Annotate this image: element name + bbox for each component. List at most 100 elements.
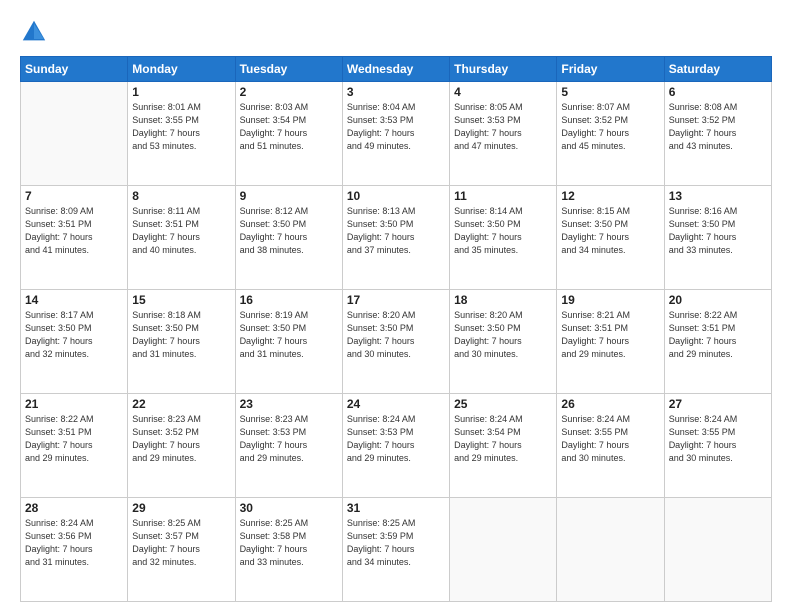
day-info: Sunrise: 8:21 AM Sunset: 3:51 PM Dayligh… [561,309,659,361]
day-number: 22 [132,397,230,411]
calendar-cell: 5 Sunrise: 8:07 AM Sunset: 3:52 PM Daylig… [557,82,664,186]
day-number: 26 [561,397,659,411]
day-info: Sunrise: 8:07 AM Sunset: 3:52 PM Dayligh… [561,101,659,153]
day-number: 30 [240,501,338,515]
day-number: 15 [132,293,230,307]
calendar-cell: 29 Sunrise: 8:25 AM Sunset: 3:57 PM Dayli… [128,498,235,602]
day-number: 6 [669,85,767,99]
day-number: 21 [25,397,123,411]
day-info: Sunrise: 8:01 AM Sunset: 3:55 PM Dayligh… [132,101,230,153]
calendar-cell: 9 Sunrise: 8:12 AM Sunset: 3:50 PM Daylig… [235,186,342,290]
calendar-cell: 26Sunrise: 8:24 AM Sunset: 3:55 PM Dayli… [557,394,664,498]
day-info: Sunrise: 8:13 AM Sunset: 3:50 PM Dayligh… [347,205,445,257]
calendar-cell: 14 Sunrise: 8:17 AM Sunset: 3:50 PM Dayli… [21,290,128,394]
calendar-cell: 21Sunrise: 8:22 AM Sunset: 3:51 PM Dayli… [21,394,128,498]
day-number: 18 [454,293,552,307]
calendar-cell: 18 Sunrise: 8:20 AM Sunset: 3:50 PM Dayli… [450,290,557,394]
calendar-cell: 17 Sunrise: 8:20 AM Sunset: 3:50 PM Dayli… [342,290,449,394]
day-number: 16 [240,293,338,307]
calendar-cell: 2 Sunrise: 8:03 AM Sunset: 3:54 PM Daylig… [235,82,342,186]
calendar-cell: 13 Sunrise: 8:16 AM Sunset: 3:50 PM Dayli… [664,186,771,290]
day-info: Sunrise: 8:17 AM Sunset: 3:50 PM Dayligh… [25,309,123,361]
logo-icon [20,18,48,46]
calendar-cell: 10Sunrise: 8:13 AM Sunset: 3:50 PM Dayli… [342,186,449,290]
day-number: 13 [669,189,767,203]
calendar-cell: 27 Sunrise: 8:24 AM Sunset: 3:55 PM Dayli… [664,394,771,498]
day-info: Sunrise: 8:16 AM Sunset: 3:50 PM Dayligh… [669,205,767,257]
day-number: 25 [454,397,552,411]
day-info: Sunrise: 8:24 AM Sunset: 3:55 PM Dayligh… [669,413,767,465]
calendar-table: SundayMondayTuesdayWednesdayThursdayFrid… [20,56,772,602]
calendar-cell [450,498,557,602]
calendar-cell: 30 Sunrise: 8:25 AM Sunset: 3:58 PM Dayli… [235,498,342,602]
day-number: 9 [240,189,338,203]
calendar-cell: 22Sunrise: 8:23 AM Sunset: 3:52 PM Dayli… [128,394,235,498]
day-info: Sunrise: 8:14 AM Sunset: 3:50 PM Dayligh… [454,205,552,257]
day-info: Sunrise: 8:25 AM Sunset: 3:59 PM Dayligh… [347,517,445,569]
day-number: 20 [669,293,767,307]
calendar-cell: 4Sunrise: 8:05 AM Sunset: 3:53 PM Daylig… [450,82,557,186]
weekday-tuesday: Tuesday [235,57,342,82]
day-info: Sunrise: 8:09 AM Sunset: 3:51 PM Dayligh… [25,205,123,257]
day-info: Sunrise: 8:20 AM Sunset: 3:50 PM Dayligh… [454,309,552,361]
weekday-sunday: Sunday [21,57,128,82]
day-info: Sunrise: 8:08 AM Sunset: 3:52 PM Dayligh… [669,101,767,153]
day-info: Sunrise: 8:11 AM Sunset: 3:51 PM Dayligh… [132,205,230,257]
day-number: 28 [25,501,123,515]
calendar-cell: 16 Sunrise: 8:19 AM Sunset: 3:50 PM Dayli… [235,290,342,394]
day-info: Sunrise: 8:23 AM Sunset: 3:53 PM Dayligh… [240,413,338,465]
calendar-cell: 12Sunrise: 8:15 AM Sunset: 3:50 PM Dayli… [557,186,664,290]
calendar-cell: 11 Sunrise: 8:14 AM Sunset: 3:50 PM Dayli… [450,186,557,290]
calendar-cell: 25 Sunrise: 8:24 AM Sunset: 3:54 PM Dayli… [450,394,557,498]
day-number: 12 [561,189,659,203]
weekday-friday: Friday [557,57,664,82]
logo [20,18,52,46]
weekday-saturday: Saturday [664,57,771,82]
day-number: 3 [347,85,445,99]
calendar-cell: 3 Sunrise: 8:04 AM Sunset: 3:53 PM Daylig… [342,82,449,186]
calendar-cell: 24 Sunrise: 8:24 AM Sunset: 3:53 PM Dayli… [342,394,449,498]
day-info: Sunrise: 8:19 AM Sunset: 3:50 PM Dayligh… [240,309,338,361]
day-info: Sunrise: 8:24 AM Sunset: 3:54 PM Dayligh… [454,413,552,465]
day-number: 27 [669,397,767,411]
calendar-cell [21,82,128,186]
calendar-cell [664,498,771,602]
day-number: 11 [454,189,552,203]
day-number: 14 [25,293,123,307]
calendar-cell: 1Sunrise: 8:01 AM Sunset: 3:55 PM Daylig… [128,82,235,186]
calendar-cell: 15 Sunrise: 8:18 AM Sunset: 3:50 PM Dayli… [128,290,235,394]
day-number: 7 [25,189,123,203]
page: SundayMondayTuesdayWednesdayThursdayFrid… [0,0,792,612]
calendar-cell: 6 Sunrise: 8:08 AM Sunset: 3:52 PM Daylig… [664,82,771,186]
calendar-cell: 31 Sunrise: 8:25 AM Sunset: 3:59 PM Dayli… [342,498,449,602]
day-number: 4 [454,85,552,99]
day-number: 17 [347,293,445,307]
calendar-cell: 23Sunrise: 8:23 AM Sunset: 3:53 PM Dayli… [235,394,342,498]
day-number: 19 [561,293,659,307]
calendar-week-row: 28 Sunrise: 8:24 AM Sunset: 3:56 PM Dayli… [21,498,772,602]
day-info: Sunrise: 8:20 AM Sunset: 3:50 PM Dayligh… [347,309,445,361]
calendar-cell: 28 Sunrise: 8:24 AM Sunset: 3:56 PM Dayli… [21,498,128,602]
header [20,18,772,46]
day-number: 29 [132,501,230,515]
day-number: 5 [561,85,659,99]
calendar-week-row: 14 Sunrise: 8:17 AM Sunset: 3:50 PM Dayli… [21,290,772,394]
day-info: Sunrise: 8:24 AM Sunset: 3:56 PM Dayligh… [25,517,123,569]
day-info: Sunrise: 8:25 AM Sunset: 3:58 PM Dayligh… [240,517,338,569]
calendar-cell: 7 Sunrise: 8:09 AM Sunset: 3:51 PM Daylig… [21,186,128,290]
day-info: Sunrise: 8:18 AM Sunset: 3:50 PM Dayligh… [132,309,230,361]
day-info: Sunrise: 8:12 AM Sunset: 3:50 PM Dayligh… [240,205,338,257]
calendar-cell: 19 Sunrise: 8:21 AM Sunset: 3:51 PM Dayli… [557,290,664,394]
weekday-thursday: Thursday [450,57,557,82]
calendar-week-row: 7 Sunrise: 8:09 AM Sunset: 3:51 PM Daylig… [21,186,772,290]
day-info: Sunrise: 8:25 AM Sunset: 3:57 PM Dayligh… [132,517,230,569]
day-number: 31 [347,501,445,515]
weekday-monday: Monday [128,57,235,82]
day-number: 2 [240,85,338,99]
day-info: Sunrise: 8:03 AM Sunset: 3:54 PM Dayligh… [240,101,338,153]
day-info: Sunrise: 8:04 AM Sunset: 3:53 PM Dayligh… [347,101,445,153]
weekday-header-row: SundayMondayTuesdayWednesdayThursdayFrid… [21,57,772,82]
day-info: Sunrise: 8:24 AM Sunset: 3:53 PM Dayligh… [347,413,445,465]
day-number: 24 [347,397,445,411]
day-number: 8 [132,189,230,203]
